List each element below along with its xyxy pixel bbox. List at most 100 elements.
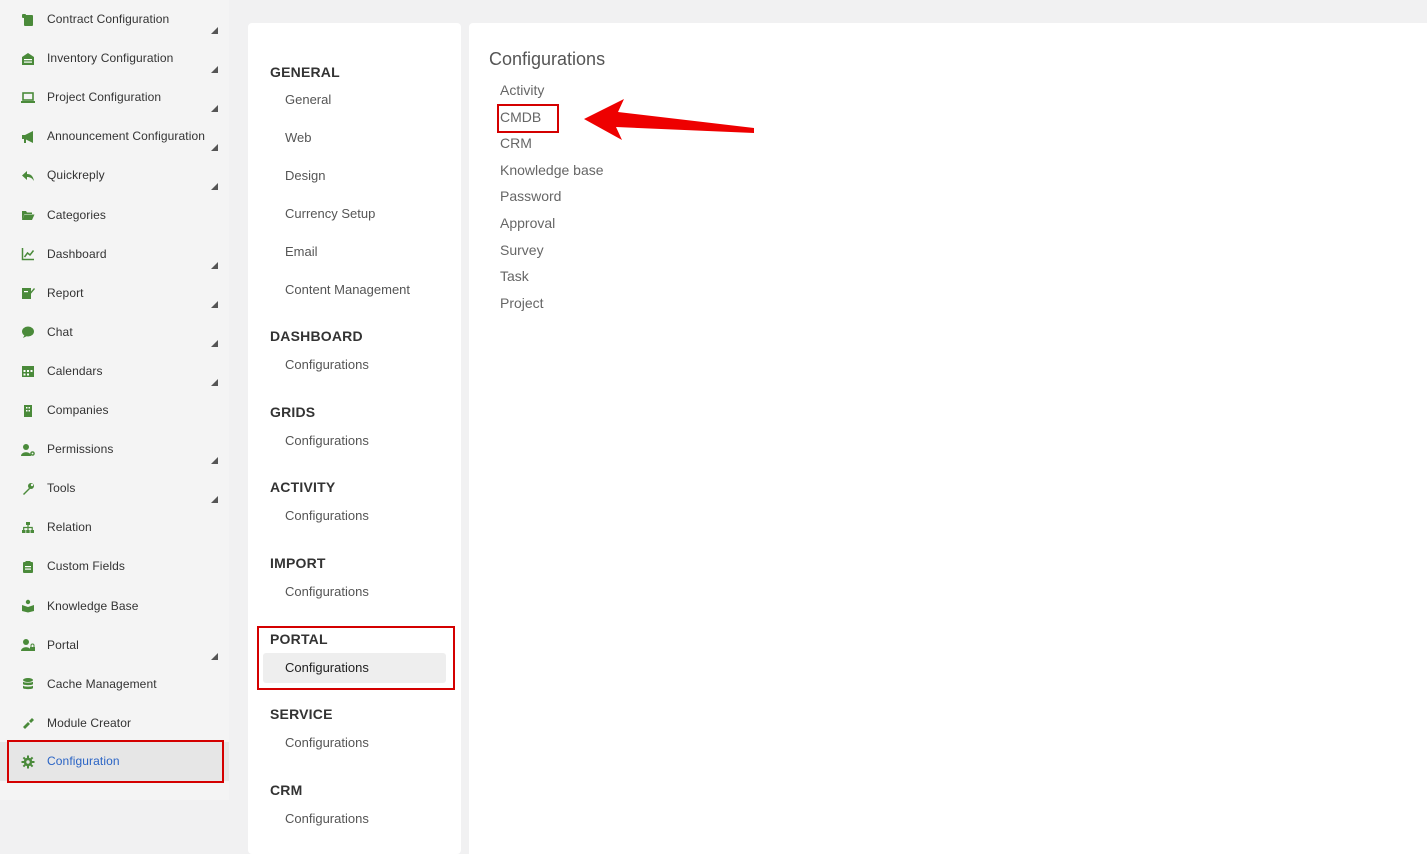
link-crm-configurations[interactable]: Configurations <box>285 811 369 826</box>
user-lock-icon <box>21 638 35 652</box>
sidebar-item-configuration[interactable]: Configuration <box>0 742 229 781</box>
link-general-general[interactable]: General <box>285 92 331 107</box>
expand-caret-icon[interactable] <box>211 66 218 74</box>
folder-open-icon <box>21 208 35 222</box>
megaphone-icon <box>21 130 35 144</box>
config-link-approval[interactable]: Approval <box>500 215 555 231</box>
sidebar-item-permissions[interactable]: Permissions <box>0 430 229 469</box>
link-general-web[interactable]: Web <box>285 130 312 145</box>
sidebar-item-project-configuration[interactable]: Project Configuration <box>0 78 229 117</box>
sitemap-icon <box>21 521 35 535</box>
expand-caret-icon[interactable] <box>211 457 218 465</box>
config-link-activity[interactable]: Activity <box>500 82 544 98</box>
link-general-content-management[interactable]: Content Management <box>285 282 410 297</box>
config-link-knowledge-base[interactable]: Knowledge base <box>500 162 604 178</box>
sidebar-item-cache-management[interactable]: Cache Management <box>0 665 229 704</box>
user-gear-icon <box>21 443 35 457</box>
sidebar-item-label: Configuration <box>47 754 120 768</box>
expand-caret-icon[interactable] <box>211 105 218 113</box>
scroll-icon <box>21 13 35 27</box>
sidebar-item-label: Companies <box>47 403 109 417</box>
config-category-panel: GENERAL General Web Design Currency Setup Ema… <box>248 23 461 854</box>
page-title: Configurations <box>489 49 606 69</box>
expand-caret-icon[interactable] <box>211 144 218 152</box>
sidebar: Contract Configuration Inventory Configur… <box>0 0 229 800</box>
sidebar-item-label: Project Configuration <box>47 90 162 105</box>
sidebar-item-portal[interactable]: Portal <box>0 626 229 665</box>
expand-caret-icon[interactable] <box>211 378 218 386</box>
link-import-configurations[interactable]: Configurations <box>285 584 369 599</box>
expand-caret-icon[interactable] <box>211 183 218 191</box>
link-service-configurations[interactable]: Configurations <box>285 735 369 750</box>
sidebar-item-contract-configuration[interactable]: Contract Configuration <box>0 0 229 39</box>
sidebar-item-dashboard[interactable]: Dashboard <box>0 235 229 274</box>
sidebar-item-companies[interactable]: Companies <box>0 391 229 430</box>
config-link-task[interactable]: Task <box>500 268 529 284</box>
expand-caret-icon[interactable] <box>211 496 218 504</box>
sidebar-item-categories[interactable]: Categories <box>0 196 229 235</box>
sidebar-item-label: Cache Management <box>47 676 157 691</box>
sidebar-item-label: Report <box>47 285 84 300</box>
config-link-password[interactable]: Password <box>500 188 561 204</box>
config-link-cmdb[interactable]: CMDB <box>500 109 541 125</box>
line-chart-icon <box>21 247 35 261</box>
expand-caret-icon[interactable] <box>211 652 218 660</box>
calendar-icon <box>21 364 35 378</box>
warehouse-icon <box>21 52 35 66</box>
clipboard-icon <box>21 560 35 574</box>
link-activity-configurations[interactable]: Configurations <box>285 508 369 523</box>
section-title-grids: GRIDS <box>270 404 316 420</box>
sidebar-item-quickreply[interactable]: Quickreply <box>0 156 229 195</box>
link-general-design[interactable]: Design <box>285 168 325 183</box>
sidebar-item-relation[interactable]: Relation <box>0 508 229 547</box>
sidebar-item-custom-fields[interactable]: Custom Fields <box>0 547 229 586</box>
section-title-service: SERVICE <box>270 706 333 722</box>
sidebar-item-label: Custom Fields <box>47 559 125 574</box>
link-grids-configurations[interactable]: Configurations <box>285 433 369 448</box>
sidebar-item-label: Portal <box>47 637 79 652</box>
link-general-currency-setup[interactable]: Currency Setup <box>285 206 375 221</box>
link-portal-configurations[interactable]: Configurations <box>285 660 369 675</box>
config-link-project[interactable]: Project <box>500 295 544 311</box>
sidebar-item-report[interactable]: Report <box>0 274 229 313</box>
report-icon <box>21 286 35 300</box>
sidebar-item-label: Knowledge Base <box>47 598 139 613</box>
config-link-survey[interactable]: Survey <box>500 242 544 258</box>
expand-caret-icon[interactable] <box>211 300 218 308</box>
section-title-import: IMPORT <box>270 555 326 571</box>
sidebar-item-label: Calendars <box>47 363 103 378</box>
section-title-portal: PORTAL <box>270 631 328 647</box>
sidebar-item-label: Announcement Configuration <box>47 129 206 144</box>
sidebar-item-label: Inventory Configuration <box>47 51 174 66</box>
sidebar-item-label: Contract Configuration <box>47 12 170 26</box>
laptop-icon <box>21 91 35 105</box>
section-title-general: GENERAL <box>270 64 340 80</box>
sidebar-item-chat[interactable]: Chat <box>0 313 229 352</box>
wrench-icon <box>21 482 35 496</box>
sidebar-item-tools[interactable]: Tools <box>0 469 229 508</box>
gear-icon <box>21 755 35 769</box>
sidebar-item-knowledge-base[interactable]: Knowledge Base <box>0 587 229 626</box>
database-icon <box>21 677 35 691</box>
expand-caret-icon[interactable] <box>211 261 218 269</box>
sidebar-item-label: Categories <box>47 207 107 222</box>
link-dashboard-configurations[interactable]: Configurations <box>285 357 369 372</box>
sidebar-item-inventory-configuration[interactable]: Inventory Configuration <box>0 39 229 78</box>
sidebar-item-calendars[interactable]: Calendars <box>0 352 229 391</box>
sidebar-item-label: Relation <box>47 520 92 535</box>
sidebar-item-label: Permissions <box>47 442 114 457</box>
expand-caret-icon[interactable] <box>211 27 218 34</box>
expand-caret-icon[interactable] <box>211 339 218 347</box>
red-arrow-annotation <box>584 99 754 140</box>
section-title-dashboard: DASHBOARD <box>270 328 363 344</box>
sidebar-item-label: Dashboard <box>47 246 107 261</box>
section-title-crm: CRM <box>270 782 303 798</box>
sidebar-item-announcement-configuration[interactable]: Announcement Configuration <box>0 117 229 156</box>
building-icon <box>21 404 35 418</box>
link-general-email[interactable]: Email <box>285 244 318 259</box>
reply-icon <box>21 169 35 183</box>
config-link-crm[interactable]: CRM <box>500 135 532 151</box>
chat-bubble-icon <box>21 325 35 339</box>
sidebar-item-module-creator[interactable]: Module Creator <box>0 704 229 743</box>
book-reader-icon <box>21 599 35 613</box>
